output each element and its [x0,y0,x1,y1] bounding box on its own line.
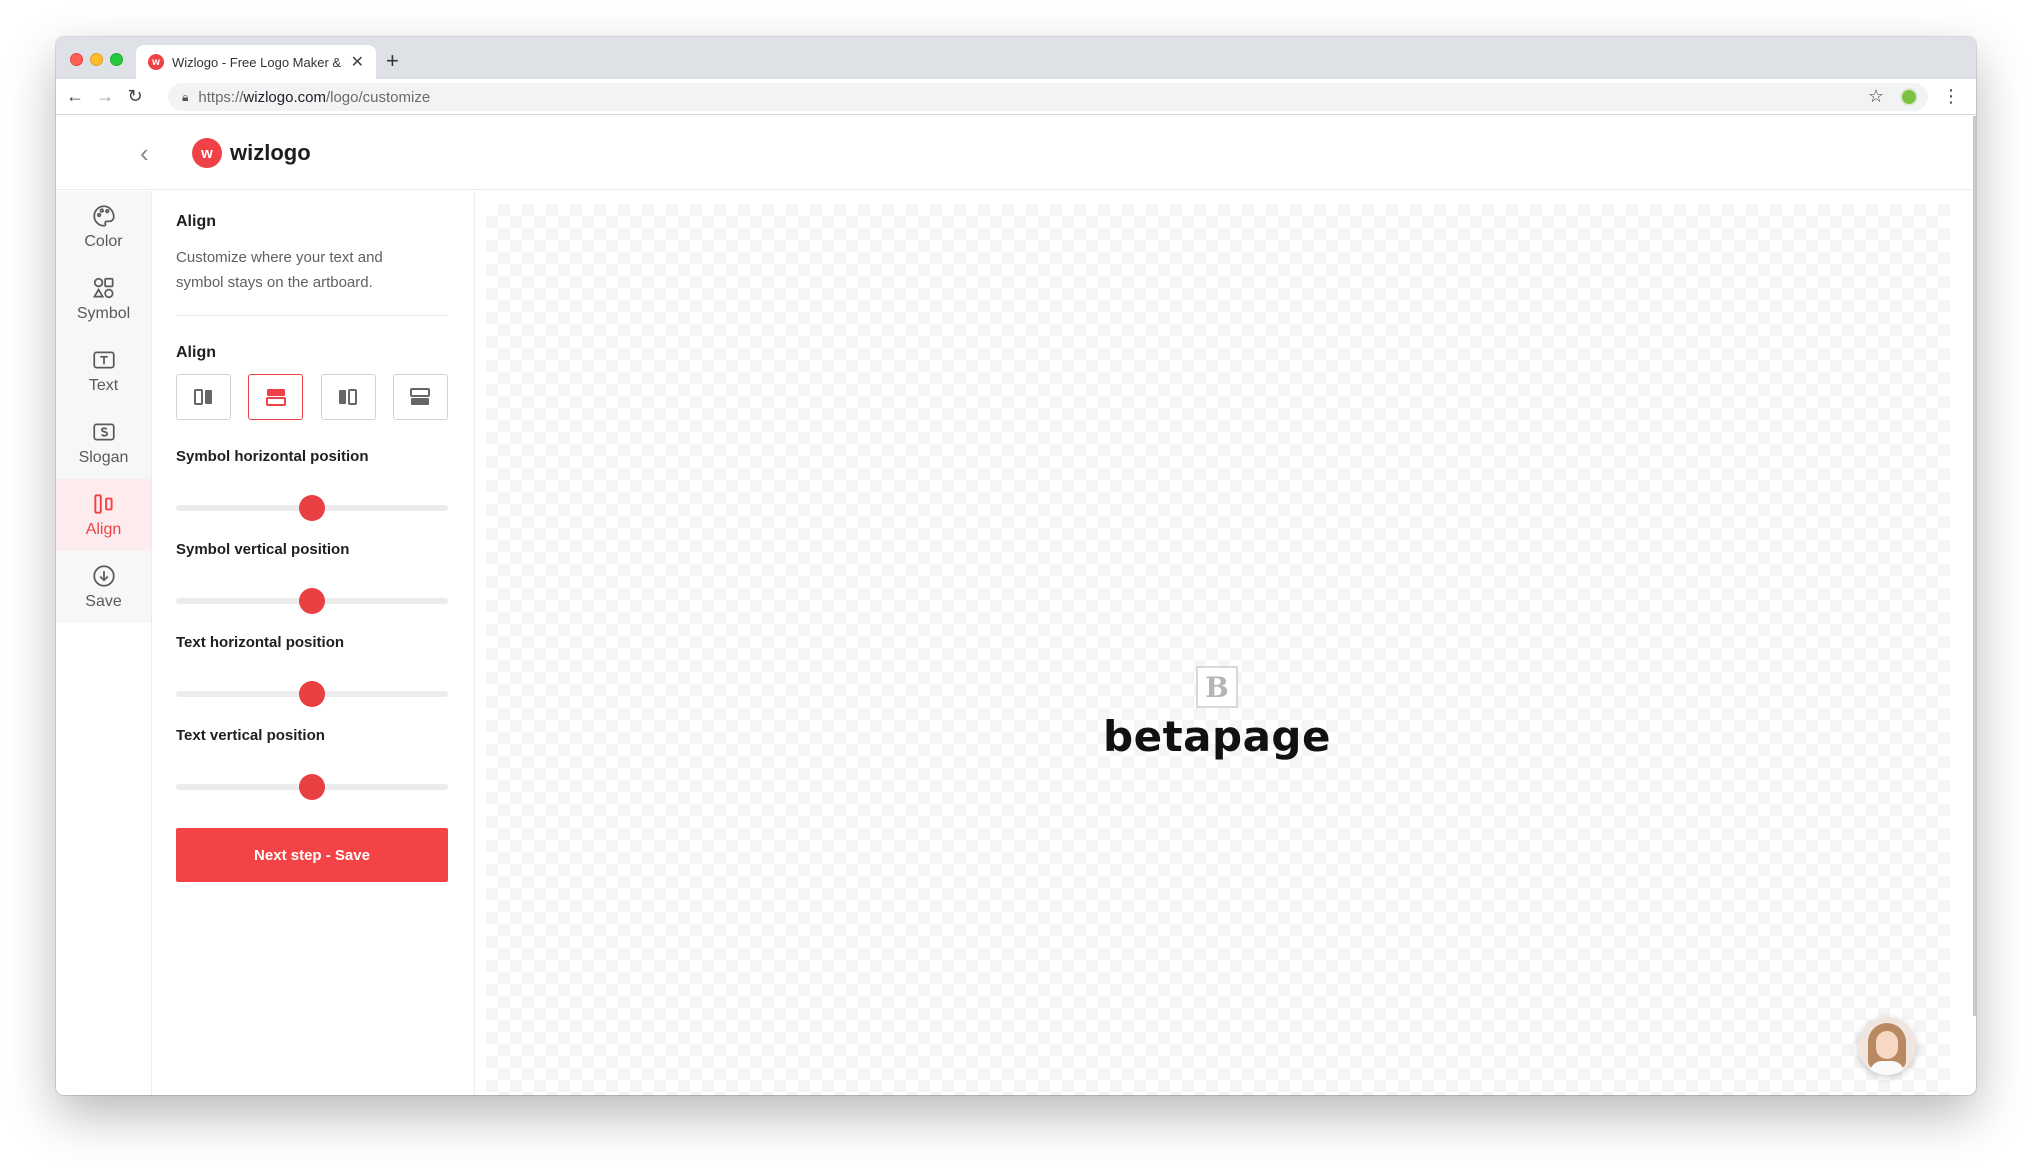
wizlogo-favicon-icon: w [148,54,164,70]
back-arrow-icon[interactable]: ← [60,86,90,107]
align-left-button[interactable] [176,374,231,420]
url-path: /logo/customize [325,88,431,106]
new-tab-icon[interactable]: + [386,48,399,74]
rail-item-label: Save [85,593,122,610]
extension-icon[interactable] [1900,87,1918,106]
rail-item-label: Symbol [76,305,131,322]
reload-icon[interactable]: ↻ [120,86,150,107]
wizlogo-mark-icon: w [192,138,222,168]
align-section-title: Align [176,344,216,361]
panel-divider [176,315,448,316]
browser-toolbar: ← → ↻ 🔒︎ https://wizlogo.com/logo/custom… [56,79,1976,115]
page-scrollbar[interactable] [1973,116,1976,1016]
rail-item-label: Color [84,233,123,250]
tab-title: Wizlogo - Free Logo Maker & Y [172,54,345,70]
maximize-window-button[interactable] [110,53,123,66]
rail-item-text[interactable]: Text [56,335,151,407]
tab-close-icon[interactable]: ✕ [351,52,364,72]
text-vertical-slider[interactable] [176,774,448,800]
side-rail: Color Symbol Text Slogan Align Save [56,191,152,1095]
panel-title: Align [176,213,216,230]
rail-item-symbol[interactable]: Symbol [56,263,151,335]
slider-thumb[interactable] [299,774,325,800]
logo-brand-text[interactable]: betapage [1086,712,1348,761]
rail-item-save[interactable]: Save [56,551,151,623]
download-icon [92,565,115,587]
tab-bar: w Wizlogo - Free Logo Maker & Y ✕ + [56,37,1976,79]
next-step-save-button[interactable]: Next step - Save [176,828,448,882]
support-chat-avatar[interactable] [1858,1017,1916,1075]
lock-icon: 🔒︎ [182,89,189,104]
align-right-button[interactable] [320,374,376,420]
artboard-canvas[interactable]: B betapage [486,204,1950,1095]
rail-item-label: Slogan [78,449,129,466]
browser-window: w Wizlogo - Free Logo Maker & Y ✕ + ← → … [56,37,1976,1095]
close-window-button[interactable] [70,53,83,66]
slider-thumb[interactable] [299,588,325,614]
back-chevron-icon[interactable]: ‹ [140,138,149,169]
browser-tab[interactable]: w Wizlogo - Free Logo Maker & Y ✕ [136,45,376,79]
slider-thumb[interactable] [299,495,325,521]
align-panel: Align Customize where your text and symb… [152,191,475,1095]
align-right-icon [339,389,358,405]
bookmark-star-icon[interactable]: ☆ [1868,86,1884,107]
slogan-icon [92,423,115,441]
align-top-icon [265,389,286,406]
slider-label: Symbol horizontal position [176,448,369,465]
align-options [176,374,448,420]
text-vertical-slider-group: Text vertical position [176,727,450,800]
symbol-horizontal-slider[interactable] [176,495,448,521]
text-icon [92,351,115,369]
url-host: wizlogo.com [243,88,326,106]
url-scheme: https:// [198,88,244,106]
app-root: ‹ w wizlogo Color Symbol Text Slogan Ali… [56,116,1973,1095]
text-horizontal-slider-group: Text horizontal position [176,634,450,707]
slider-label: Text horizontal position [176,634,345,651]
symbol-vertical-slider[interactable] [176,588,448,614]
align-top-button[interactable] [248,374,304,420]
rail-item-color[interactable]: Color [56,191,151,263]
align-bottom-icon [410,388,431,405]
panel-description: Customize where your text and symbol sta… [176,249,383,291]
wizlogo-logo[interactable]: w wizlogo [192,138,311,168]
rail-item-label: Text [88,377,119,394]
logo-symbol[interactable]: B [1196,666,1238,708]
text-horizontal-slider[interactable] [176,681,448,707]
palette-icon [92,205,115,227]
align-icon [93,494,113,514]
symbol-horizontal-slider-group: Symbol horizontal position [176,448,450,521]
browser-menu-icon[interactable]: ⋮ [1942,86,1960,107]
forward-arrow-icon[interactable]: → [90,86,120,107]
minimize-window-button[interactable] [90,53,103,66]
align-bottom-button[interactable] [392,374,448,420]
slider-label: Text vertical position [176,727,325,744]
rail-item-slogan[interactable]: Slogan [56,407,151,479]
app-header: ‹ w wizlogo [56,116,1973,190]
slider-thumb[interactable] [299,681,325,707]
align-left-icon [193,389,212,405]
rail-item-align[interactable]: Align [56,479,151,551]
address-bar[interactable]: 🔒︎ https://wizlogo.com/logo/customize [168,83,1928,111]
slider-label: Symbol vertical position [176,541,350,558]
symbol-vertical-slider-group: Symbol vertical position [176,541,450,614]
logo-text: wizlogo [230,140,311,165]
shapes-icon [92,277,114,299]
rail-item-label: Align [85,521,122,538]
